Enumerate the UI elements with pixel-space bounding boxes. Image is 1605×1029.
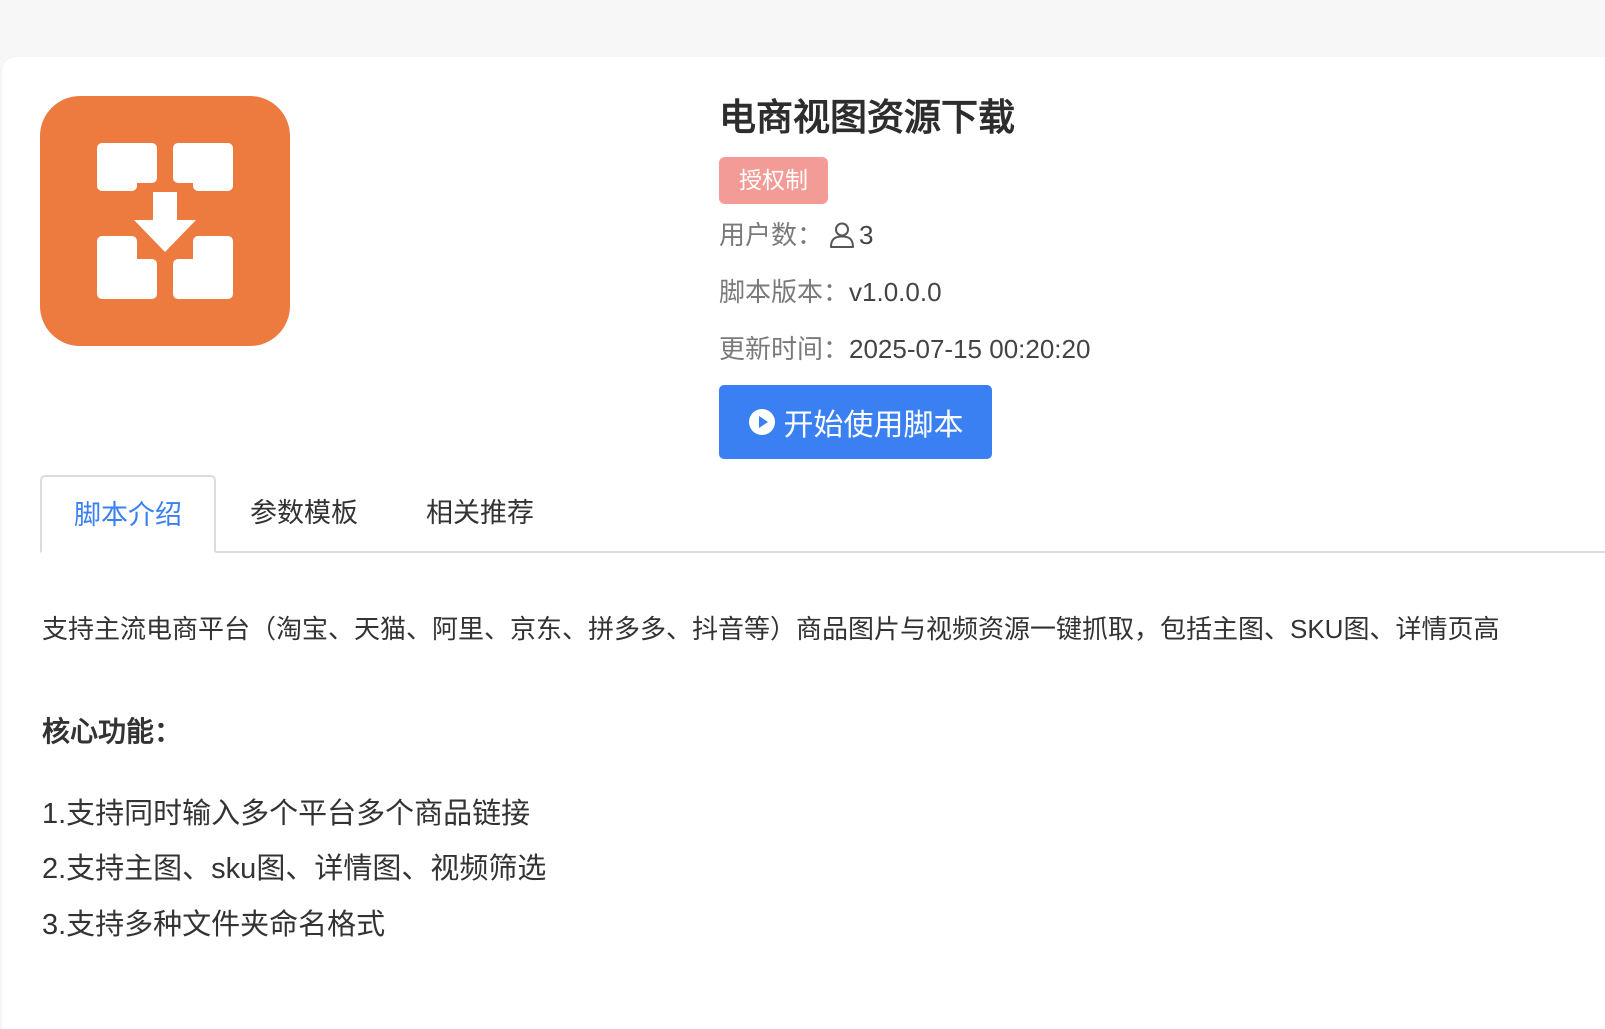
script-description: 支持主流电商平台（淘宝、天猫、阿里、京东、拼多多、抖音等）商品图片与视频资源一键… [42,614,1500,644]
license-badge: 授权制 [719,157,828,204]
detail-tabs: 脚本介绍 参数模板 相关推荐 [40,475,1605,553]
download-arrows-icon [40,96,290,346]
users-row: 用户数： 3 [719,218,873,252]
version-label: 脚本版本： [719,277,850,307]
tab-param-template[interactable]: 参数模板 [216,475,392,551]
users-count: 3 [859,220,874,250]
play-icon [748,409,775,435]
script-detail-card: 电商视图资源下载 授权制 用户数： 3 脚本版本：v1.0.0.0 更新时间：2… [2,57,1605,1029]
updated-row: 更新时间：2025-07-15 00:20:20 [719,332,1090,366]
script-title: 电商视图资源下载 [719,97,1015,138]
tab-related-recommend[interactable]: 相关推荐 [392,475,568,551]
feature-item: 2.支持主图、sku图、详情图、视频筛选 [42,853,547,885]
users-label: 用户数： [719,220,824,250]
feature-item: 3.支持多种文件夹命名格式 [42,909,386,941]
version-row: 脚本版本：v1.0.0.0 [719,275,942,309]
updated-label: 更新时间： [719,334,850,364]
updated-value: 2025-07-15 00:20:20 [849,334,1091,364]
version-value: v1.0.0.0 [849,277,942,307]
start-script-button[interactable]: 开始使用脚本 [719,385,992,459]
tab-script-intro[interactable]: 脚本介绍 [40,475,216,553]
start-script-label: 开始使用脚本 [783,409,964,442]
features-title: 核心功能： [42,716,183,747]
feature-item: 1.支持同时输入多个平台多个商品链接 [42,798,531,830]
user-icon [830,222,855,248]
